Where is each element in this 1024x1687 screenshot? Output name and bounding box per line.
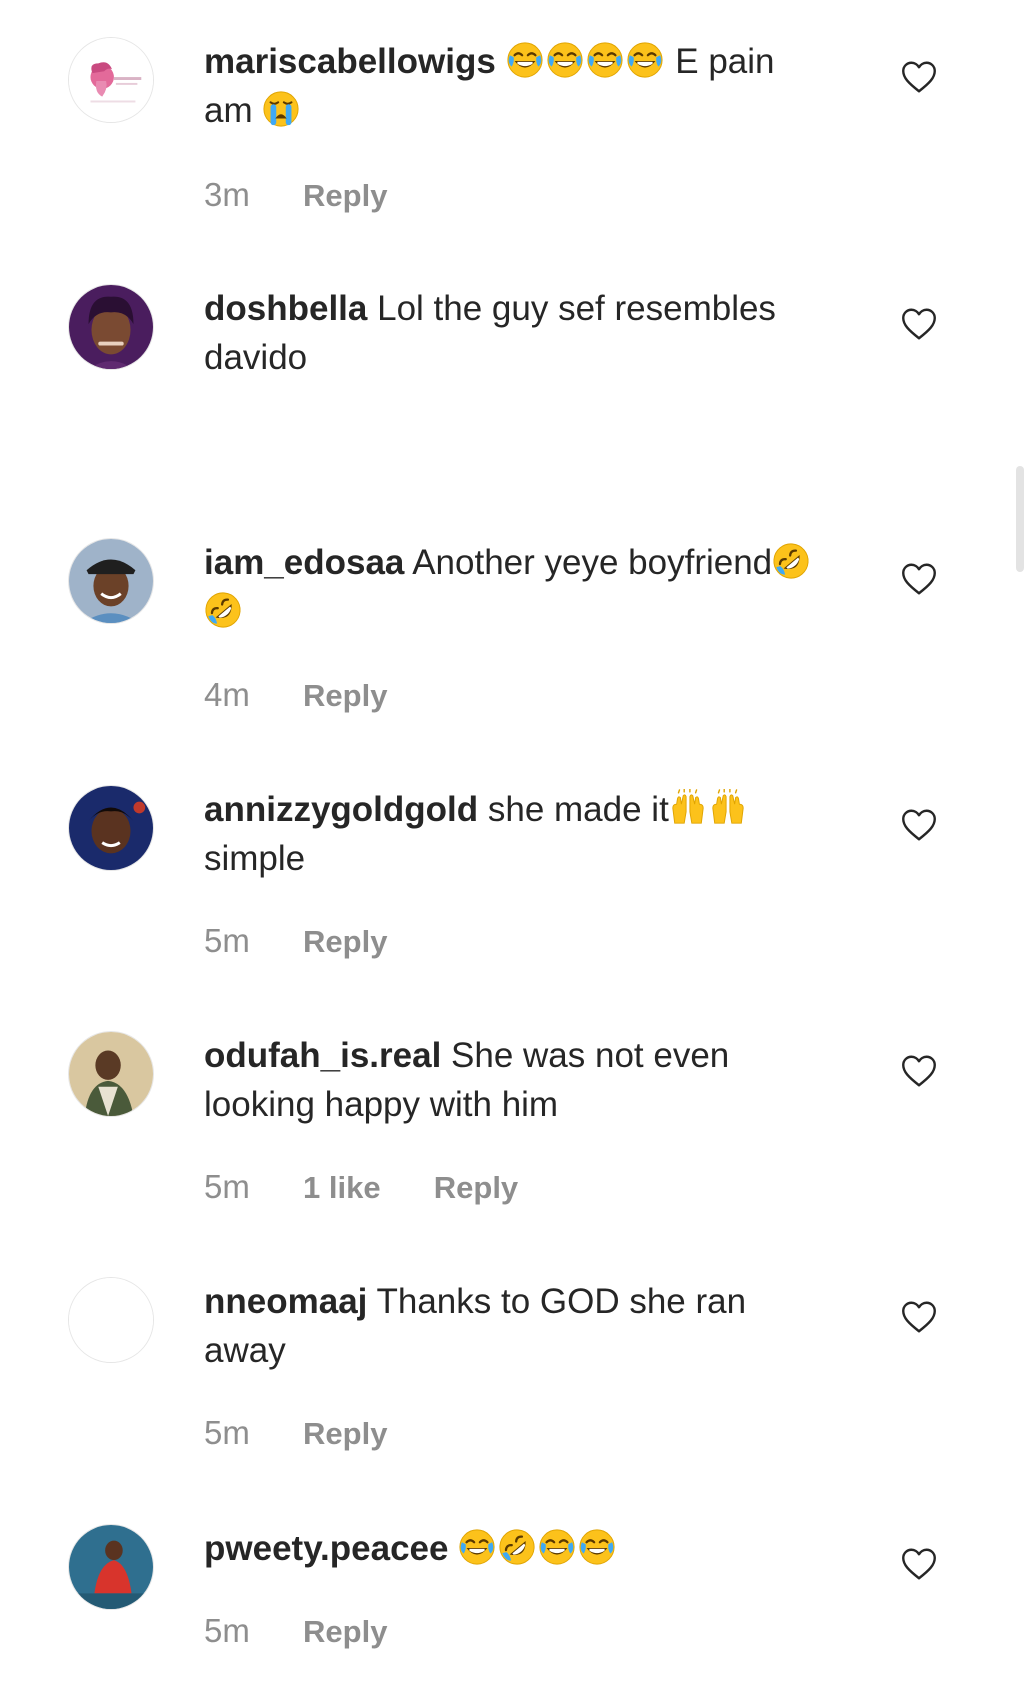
comment-body-line2: looking happy with him	[204, 1085, 559, 1124]
comment-meta: 5m 1 like Reply	[204, 1168, 518, 1206]
comment-username[interactable]: annizzygoldgold	[204, 790, 478, 829]
comment-text: mariscabellowigs E pain am	[204, 37, 844, 135]
comment-body-line2: am	[204, 91, 253, 130]
tears-of-joy-emoji	[586, 41, 624, 79]
comment-body-line2: simple	[204, 839, 306, 878]
scrollbar[interactable]	[1016, 466, 1024, 572]
like-count[interactable]: 1 like	[303, 1170, 381, 1206]
comment-timestamp: 4m	[204, 676, 250, 713]
comment-text: pweety.peacee	[204, 1524, 844, 1573]
comment-username[interactable]: doshbella	[204, 289, 367, 328]
heart-icon[interactable]	[901, 808, 937, 842]
rolling-on-floor-laughing-emoji	[772, 542, 810, 580]
comment-meta: 4m Reply	[204, 676, 387, 714]
comment-timestamp: 5m	[204, 1168, 250, 1205]
comment-meta: 5m Reply	[204, 1612, 387, 1650]
comment-text: nneomaaj Thanks to GOD she ran away	[204, 1277, 844, 1375]
comment-body: she made it	[487, 790, 669, 829]
comment-timestamp: 5m	[204, 922, 250, 959]
heart-icon[interactable]	[901, 1054, 937, 1088]
comment-username[interactable]: odufah_is.real	[204, 1036, 441, 1075]
heart-icon[interactable]	[901, 307, 937, 341]
comment-text: iam_edosaa Another yeye boyfriend	[204, 538, 844, 636]
avatar[interactable]	[68, 785, 154, 871]
comment-meta: 5m Reply	[204, 922, 387, 960]
avatar[interactable]	[68, 284, 154, 370]
avatar[interactable]	[68, 37, 154, 123]
comment-body: E pain	[675, 42, 775, 81]
comment-body: Thanks to GOD she ran	[376, 1282, 747, 1321]
reply-button[interactable]: Reply	[434, 1170, 518, 1206]
reply-button[interactable]: Reply	[303, 178, 387, 214]
comment-username[interactable]: iam_edosaa	[204, 543, 404, 582]
comment-body: She was not even	[451, 1036, 730, 1075]
comment-username[interactable]: mariscabellowigs	[204, 42, 496, 81]
reply-button[interactable]: Reply	[303, 1416, 387, 1452]
comment-timestamp: 3m	[204, 176, 250, 213]
comment-timestamp: 5m	[204, 1612, 250, 1649]
comment-body: Another yeye boyfriend	[412, 543, 773, 582]
comment-text: annizzygoldgold she made it simple	[204, 785, 844, 883]
rolling-on-floor-laughing-emoji	[498, 1528, 536, 1566]
comment-username[interactable]: nneomaaj	[204, 1282, 367, 1321]
comment-meta: 5m Reply	[204, 1414, 387, 1452]
heart-icon[interactable]	[901, 60, 937, 94]
comment-body: Lol the guy sef resembles	[377, 289, 776, 328]
reply-button[interactable]: Reply	[303, 1614, 387, 1650]
heart-icon[interactable]	[901, 562, 937, 596]
avatar[interactable]	[68, 1031, 154, 1117]
comment-text: odufah_is.real She was not even looking …	[204, 1031, 844, 1129]
tears-of-joy-emoji	[538, 1528, 576, 1566]
raising-hands-emoji	[669, 789, 707, 827]
heart-icon[interactable]	[901, 1547, 937, 1581]
comment-body-line2: davido	[204, 338, 308, 377]
tears-of-joy-emoji	[626, 41, 664, 79]
crying-face-emoji	[262, 90, 300, 128]
tears-of-joy-emoji	[546, 41, 584, 79]
avatar[interactable]	[68, 1524, 154, 1610]
avatar[interactable]	[68, 1277, 154, 1363]
comment-text: doshbella Lol the guy sef resembles davi…	[204, 284, 844, 382]
comment-username[interactable]: pweety.peacee	[204, 1529, 449, 1568]
comment-body-line2: away	[204, 1331, 286, 1370]
tears-of-joy-emoji	[506, 41, 544, 79]
comment-meta: 3m Reply	[204, 176, 387, 214]
avatar[interactable]	[68, 538, 154, 624]
tears-of-joy-emoji	[578, 1528, 616, 1566]
heart-icon[interactable]	[901, 1300, 937, 1334]
comment-timestamp: 5m	[204, 1414, 250, 1451]
reply-button[interactable]: Reply	[303, 678, 387, 714]
rolling-on-floor-laughing-emoji	[204, 591, 242, 629]
raising-hands-emoji	[709, 789, 747, 827]
tears-of-joy-emoji	[458, 1528, 496, 1566]
reply-button[interactable]: Reply	[303, 924, 387, 960]
